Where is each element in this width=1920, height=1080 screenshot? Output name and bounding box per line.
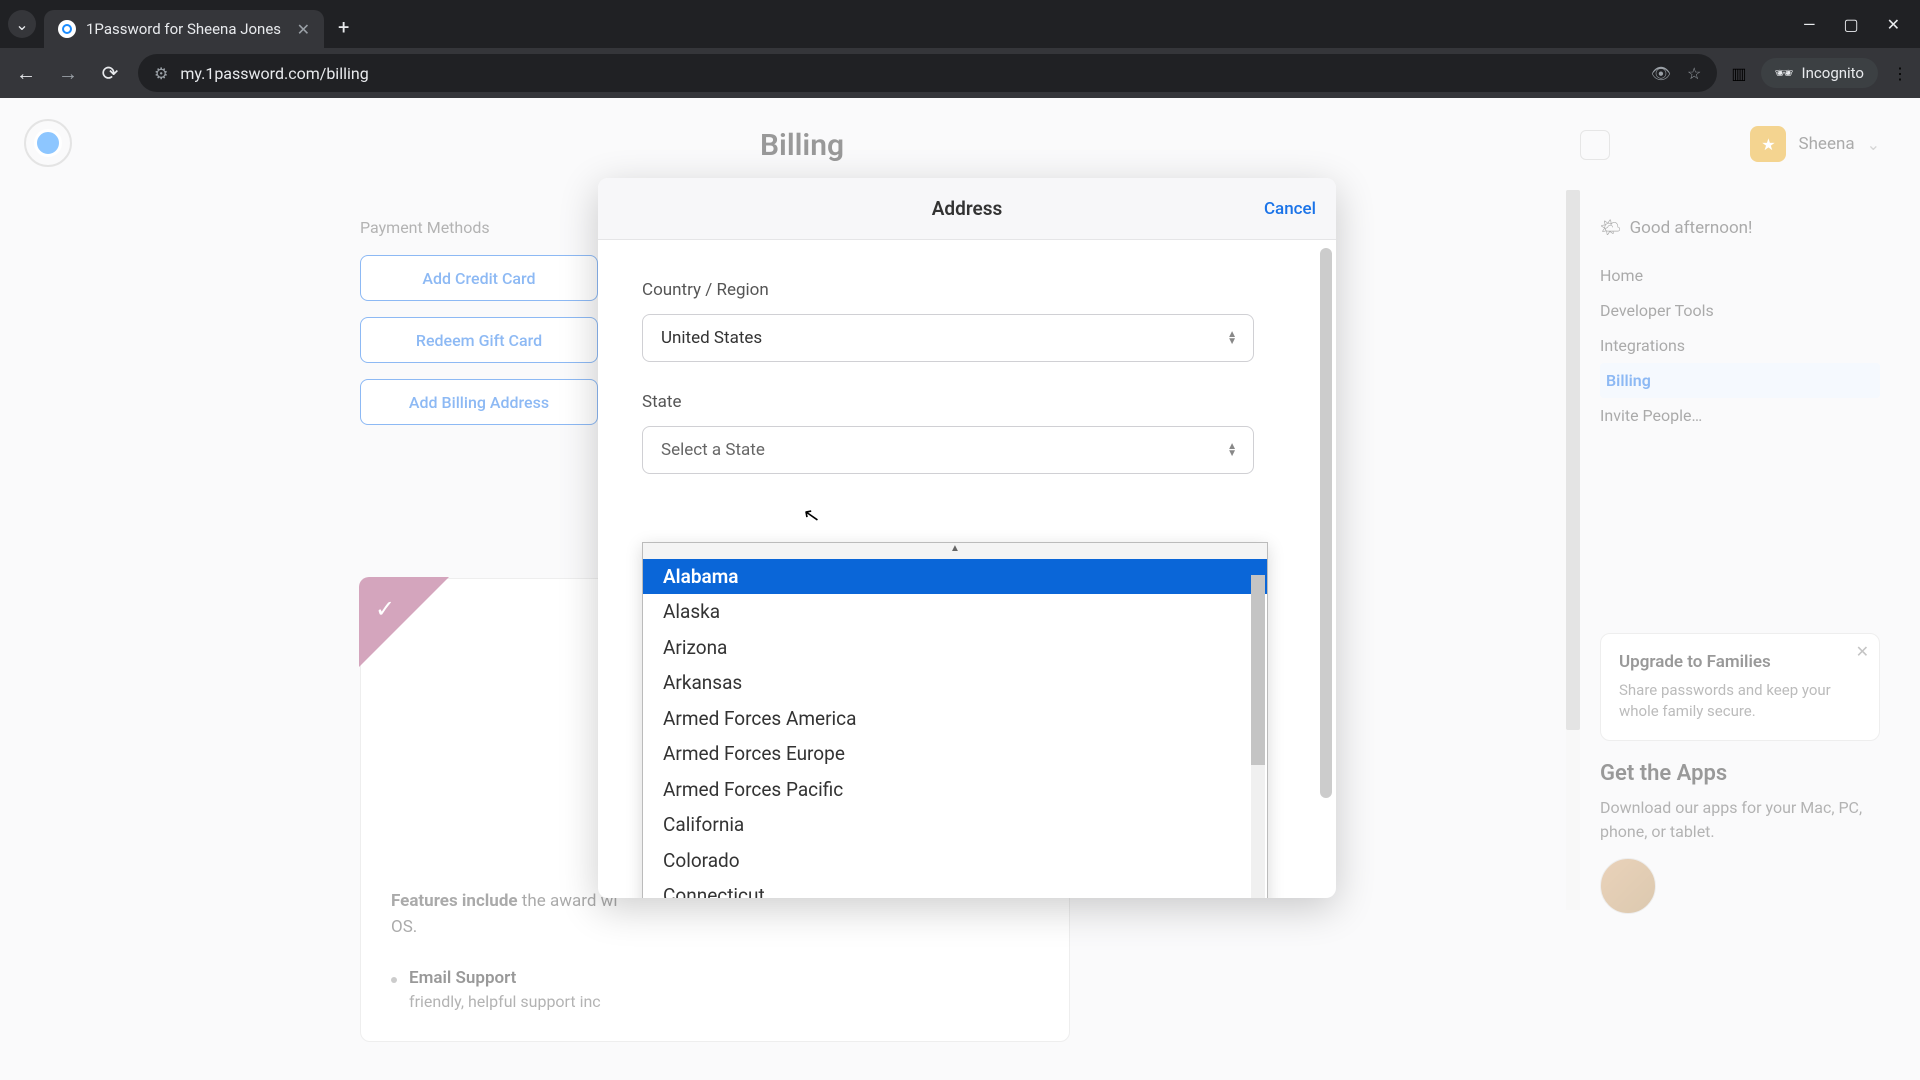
state-option[interactable]: Arizona [643, 630, 1267, 665]
notification-icon[interactable] [1580, 130, 1610, 160]
select-arrows-icon: ▲▼ [1227, 331, 1237, 345]
browser-tab-bar: ⌄ 1Password for Sheena Jones ✕ + — ▢ ✕ [0, 0, 1920, 48]
state-option[interactable]: Alabama [643, 559, 1267, 594]
sidebar-item-billing[interactable]: Billing [1600, 363, 1880, 398]
sidebar-nav: HomeDeveloper ToolsIntegrationsBillingIn… [1600, 258, 1880, 433]
menu-icon[interactable]: ⋮ [1892, 64, 1908, 83]
scrollbar-thumb[interactable] [1566, 190, 1580, 730]
state-placeholder: Select a State [661, 440, 765, 460]
add-credit-card-button[interactable]: Add Credit Card [360, 255, 598, 301]
state-option[interactable]: California [643, 807, 1267, 842]
tab-search-button[interactable]: ⌄ [8, 10, 36, 38]
upgrade-families-card: ✕ Upgrade to Families Share passwords an… [1600, 633, 1880, 741]
state-select[interactable]: Select a State ▲▼ [642, 426, 1254, 474]
address-modal: Address Cancel Country / Region United S… [598, 178, 1336, 898]
modal-header: Address Cancel [598, 178, 1336, 240]
state-option[interactable]: Armed Forces Europe [643, 736, 1267, 771]
apps-title: Get the Apps [1600, 761, 1880, 786]
bullet-title: Email Support [409, 968, 601, 988]
incognito-chip[interactable]: 🕶 Incognito [1761, 58, 1879, 88]
bullet-icon [391, 977, 397, 983]
bookmark-icon[interactable]: ☆ [1687, 64, 1701, 83]
country-select[interactable]: United States ▲▼ [642, 314, 1254, 362]
features-intro-prefix: Features include [391, 891, 522, 911]
country-label: Country / Region [642, 280, 1292, 300]
sidebar-item-developer-tools[interactable]: Developer Tools [1600, 293, 1880, 328]
apps-subtitle: Download our apps for your Mac, PC, phon… [1600, 796, 1880, 844]
browser-tab[interactable]: 1Password for Sheena Jones ✕ [44, 10, 324, 48]
maximize-icon[interactable]: ▢ [1843, 15, 1858, 34]
checkmark-icon: ✓ [359, 577, 449, 667]
state-option[interactable]: Alaska [643, 594, 1267, 629]
scroll-up-icon[interactable]: ▲ [643, 543, 1267, 559]
app-header [0, 98, 1920, 188]
greeting-text: Good afternoon! [1630, 218, 1753, 238]
app-store-icon[interactable] [1600, 858, 1656, 914]
feature-bullet: Email Support friendly, helpful support … [391, 968, 1039, 1011]
close-icon[interactable]: ✕ [297, 20, 310, 39]
app-logo[interactable] [24, 119, 72, 167]
tab-favicon [58, 20, 76, 38]
promo-subtitle: Share passwords and keep your whole fami… [1619, 680, 1861, 722]
chevron-down-icon: ⌄ [1867, 135, 1880, 154]
site-settings-icon[interactable]: ⚙ [154, 64, 168, 83]
state-option[interactable]: Colorado [643, 843, 1267, 878]
payment-methods-section: Payment Methods Add Credit Card Redeem G… [360, 218, 610, 441]
sidebar-item-integrations[interactable]: Integrations [1600, 328, 1880, 363]
sun-icon: 🌤 [1600, 218, 1622, 238]
sidebar-item-invite-people-[interactable]: Invite People… [1600, 398, 1880, 433]
panel-icon[interactable]: ▥ [1731, 64, 1746, 83]
sidebar-item-home[interactable]: Home [1600, 258, 1880, 293]
bullet-subtitle: friendly, helpful support inc [409, 992, 601, 1011]
forward-icon[interactable]: → [54, 61, 82, 86]
user-menu[interactable]: ★ Sheena ⌄ [1750, 126, 1880, 162]
chevron-down-icon: ⌄ [15, 15, 28, 34]
select-arrows-icon: ▲▼ [1227, 443, 1237, 457]
reload-icon[interactable]: ⟳ [96, 61, 124, 85]
modal-title: Address [932, 197, 1003, 220]
promo-title: Upgrade to Families [1619, 652, 1861, 672]
features-line2: OS. [391, 917, 417, 937]
minimize-icon[interactable]: — [1803, 15, 1816, 34]
page-content: Billing ★ Sheena ⌄ Payment Methods Add C… [0, 98, 1920, 1080]
eye-off-icon[interactable]: 👁 [1651, 64, 1671, 83]
cancel-button[interactable]: Cancel [1264, 199, 1316, 219]
section-label: Payment Methods [360, 218, 610, 237]
state-option[interactable]: Armed Forces America [643, 701, 1267, 736]
modal-scrollbar[interactable] [1320, 248, 1332, 798]
add-billing-address-button[interactable]: Add Billing Address [360, 379, 598, 425]
country-value: United States [661, 328, 762, 348]
state-option[interactable]: Armed Forces Pacific [643, 772, 1267, 807]
incognito-label: Incognito [1802, 64, 1864, 82]
scrollbar-thumb[interactable] [1251, 575, 1265, 765]
page-title: Billing [760, 128, 844, 163]
state-option[interactable]: Connecticut [643, 878, 1267, 898]
new-tab-button[interactable]: + [338, 15, 349, 39]
state-dropdown: ▲ AlabamaAlaskaArizonaArkansasArmed Forc… [642, 542, 1268, 898]
get-apps-card: Get the Apps Download our apps for your … [1600, 761, 1880, 914]
close-icon[interactable]: ✕ [1856, 642, 1869, 661]
redeem-gift-card-button[interactable]: Redeem Gift Card [360, 317, 598, 363]
dropdown-scrollbar[interactable] [1251, 575, 1265, 898]
url-text: my.1password.com/billing [180, 64, 368, 83]
avatar: ★ [1750, 126, 1786, 162]
greeting: 🌤 Good afternoon! [1600, 218, 1880, 238]
tab-title: 1Password for Sheena Jones [86, 20, 287, 38]
state-label: State [642, 392, 1292, 412]
state-option[interactable]: Arkansas [643, 665, 1267, 700]
window-controls: — ▢ ✕ [1803, 15, 1912, 34]
url-bar[interactable]: ⚙ my.1password.com/billing 👁 ☆ [138, 54, 1717, 92]
browser-toolbar: ← → ⟳ ⚙ my.1password.com/billing 👁 ☆ ▥ 🕶… [0, 48, 1920, 98]
user-name: Sheena [1798, 134, 1854, 154]
incognito-icon: 🕶 [1775, 64, 1794, 82]
right-sidebar: 🌤 Good afternoon! HomeDeveloper ToolsInt… [1600, 218, 1880, 914]
content-scrollbar[interactable] [1566, 190, 1580, 910]
back-icon[interactable]: ← [12, 61, 40, 86]
modal-body: Country / Region United States ▲▼ State … [598, 240, 1336, 898]
close-window-icon[interactable]: ✕ [1887, 15, 1900, 34]
